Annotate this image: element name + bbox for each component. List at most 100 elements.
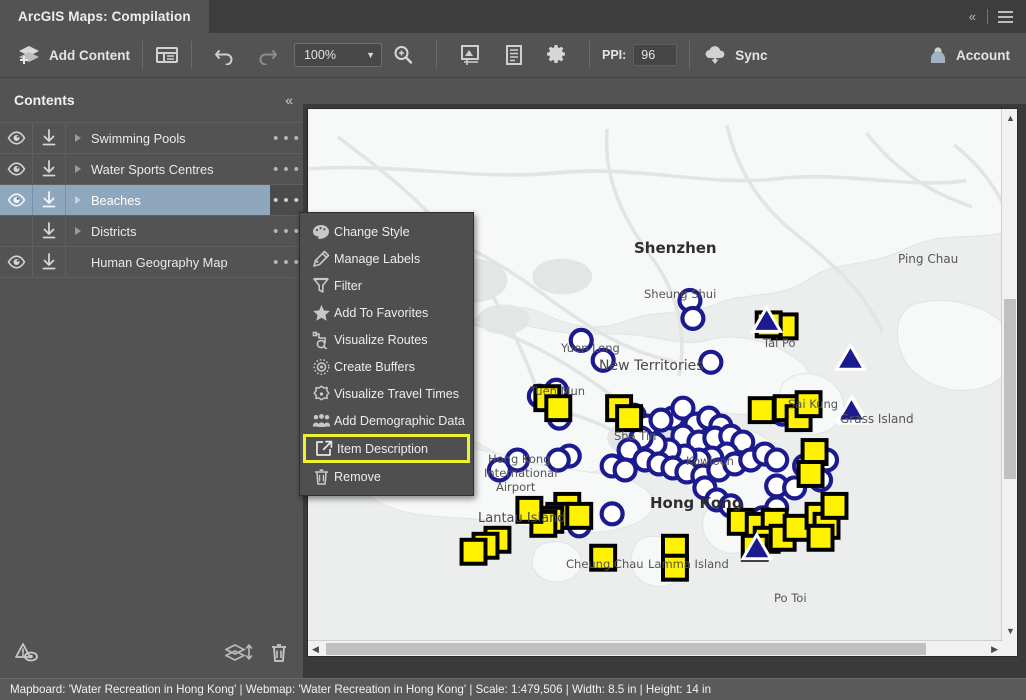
map-marker-beach[interactable] — [797, 392, 821, 416]
download-arrow-icon[interactable] — [33, 185, 66, 215]
triangle-up-icon[interactable]: ▲ — [1006, 113, 1015, 123]
map-marker-beach[interactable] — [462, 540, 486, 564]
document-tab[interactable]: ArcGIS Maps: Compilation — [0, 0, 209, 33]
layer-context-menu[interactable]: Change StyleManage Labels Filter Add To Fa… — [299, 212, 474, 496]
triangle-left-icon[interactable]: ◀ — [312, 644, 319, 655]
context-menu-item-visualize-travel-times[interactable]: Visualize Travel Times — [300, 380, 473, 407]
map-marker-swimming-pool[interactable] — [766, 450, 787, 471]
triangle-right-icon[interactable] — [75, 134, 81, 142]
gear-icon — [545, 44, 567, 66]
triangle-right-icon[interactable]: ▶ — [991, 644, 998, 655]
map-horizontal-scrollbar[interactable]: ◀ ▶ — [308, 640, 1003, 656]
map-marker-beach[interactable] — [567, 504, 591, 528]
triangle-right-icon[interactable] — [75, 165, 81, 173]
map-vertical-scrollbar[interactable]: ▲ ▼ — [1001, 109, 1017, 657]
layer-label: Beaches — [91, 193, 141, 208]
add-layers-icon — [16, 43, 42, 67]
vertical-scrollbar-thumb[interactable] — [1004, 299, 1016, 479]
visibility-toggle-empty[interactable] — [0, 216, 33, 246]
star-icon — [308, 304, 334, 322]
ppi-input[interactable]: 96 — [633, 44, 677, 66]
undo-button[interactable] — [204, 33, 246, 78]
map-marker-beach[interactable] — [750, 398, 774, 422]
hamburger-menu-icon[interactable] — [997, 9, 1014, 25]
download-arrow-icon[interactable] — [33, 154, 66, 184]
download-arrow-icon[interactable] — [33, 247, 66, 277]
layer-row[interactable]: Districts• • • — [0, 216, 303, 247]
trash-icon[interactable] — [269, 642, 289, 669]
layer-name-cell[interactable]: Water Sports Centres — [66, 154, 270, 184]
zoom-level-select[interactable]: 100% ▼ — [294, 43, 382, 67]
buffer-circle-icon — [308, 358, 334, 376]
zoom-tool-button[interactable] — [382, 33, 424, 78]
layer-name-cell[interactable]: Human Geography Map — [66, 247, 270, 277]
download-arrow-icon[interactable] — [33, 216, 66, 246]
map-marker-beach[interactable] — [546, 396, 570, 420]
context-menu-item-create-buffers[interactable]: Create Buffers — [300, 353, 473, 380]
layer-reorder-icon[interactable] — [225, 642, 255, 669]
map-marker-swimming-pool[interactable] — [571, 330, 592, 351]
map-marker-beach[interactable] — [517, 498, 541, 522]
eye-icon[interactable] — [0, 185, 33, 215]
layer-options-ellipsis-icon[interactable]: • • • — [270, 154, 303, 184]
horizontal-scrollbar-thumb[interactable] — [326, 643, 926, 655]
layer-row[interactable]: Beaches • • • — [0, 185, 303, 216]
layer-name-cell[interactable]: Districts — [66, 216, 270, 246]
context-menu-item-filter[interactable]: Filter — [300, 272, 473, 299]
context-menu-item-item-description[interactable]: Item Description — [303, 434, 470, 463]
layer-name-cell[interactable]: Swimming Pools — [66, 123, 270, 153]
map-marker-swimming-pool[interactable] — [593, 350, 614, 371]
layer-options-ellipsis-icon[interactable]: • • • — [270, 185, 303, 215]
context-menu-item-add-demographic-data[interactable]: Add Demographic Data — [300, 407, 473, 434]
map-marker-swimming-pool[interactable] — [700, 352, 721, 373]
map-marker-swimming-pool[interactable] — [548, 450, 569, 471]
layer-name-cell[interactable]: Beaches — [66, 185, 270, 215]
redo-button[interactable] — [246, 33, 288, 78]
map-marker-beach[interactable] — [799, 462, 823, 486]
add-content-button[interactable]: Add Content — [16, 33, 130, 78]
account-button[interactable]: Account — [927, 44, 1026, 66]
context-menu-item-visualize-routes[interactable]: Visualize Routes — [300, 326, 473, 353]
map-marker-beach[interactable] — [823, 494, 847, 518]
download-arrow-icon[interactable] — [33, 123, 66, 153]
map-marker-beach[interactable] — [663, 556, 687, 580]
warning-visibility-icon[interactable] — [14, 641, 44, 670]
map-marker-beach[interactable] — [591, 546, 615, 570]
settings-button[interactable] — [535, 33, 577, 78]
context-menu-item-remove[interactable]: Remove — [300, 463, 473, 490]
context-menu-item-add-to-favorites[interactable]: Add To Favorites — [300, 299, 473, 326]
attribute-table-button[interactable] — [155, 33, 179, 78]
double-chevron-left-icon[interactable]: « — [285, 92, 291, 108]
route-search-icon — [308, 331, 334, 349]
layer-row[interactable]: Swimming Pools• • • — [0, 123, 303, 154]
map-marker-swimming-pool[interactable] — [682, 308, 703, 329]
triangle-right-icon[interactable] — [75, 227, 81, 235]
context-menu-item-label: Visualize Travel Times — [334, 387, 459, 401]
triangle-right-icon[interactable] — [75, 196, 81, 204]
map-marker-swimming-pool[interactable] — [615, 460, 636, 481]
layer-row[interactable]: Water Sports Centres• • • — [0, 154, 303, 185]
trash-icon — [308, 468, 334, 486]
map-marker-swimming-pool[interactable] — [602, 503, 623, 524]
context-menu-item-manage-labels[interactable]: Manage Labels — [300, 245, 473, 272]
map-marker-beach[interactable] — [617, 406, 641, 430]
eye-icon[interactable] — [0, 247, 33, 277]
map-landmass — [532, 542, 581, 582]
map-marker-swimming-pool[interactable] — [507, 450, 528, 471]
legend-button[interactable] — [493, 33, 535, 78]
cloud-download-icon — [702, 44, 728, 66]
sync-button[interactable]: Sync — [702, 33, 767, 78]
context-menu-item-label: Filter — [334, 279, 362, 293]
context-menu-item-label: Remove — [334, 470, 381, 484]
triangle-down-icon[interactable]: ▼ — [1006, 626, 1015, 636]
divider — [689, 41, 690, 69]
double-chevron-left-icon[interactable]: « — [965, 9, 978, 24]
map-marker-beach[interactable] — [809, 526, 833, 550]
context-menu-item-change-style[interactable]: Change Style — [300, 218, 473, 245]
eye-icon[interactable] — [0, 154, 33, 184]
eye-icon[interactable] — [0, 123, 33, 153]
map-crop-button[interactable] — [449, 33, 493, 78]
layer-options-ellipsis-icon[interactable]: • • • — [270, 123, 303, 153]
map-marker-swimming-pool[interactable] — [651, 410, 672, 431]
layer-row[interactable]: Human Geography Map• • • — [0, 247, 303, 278]
